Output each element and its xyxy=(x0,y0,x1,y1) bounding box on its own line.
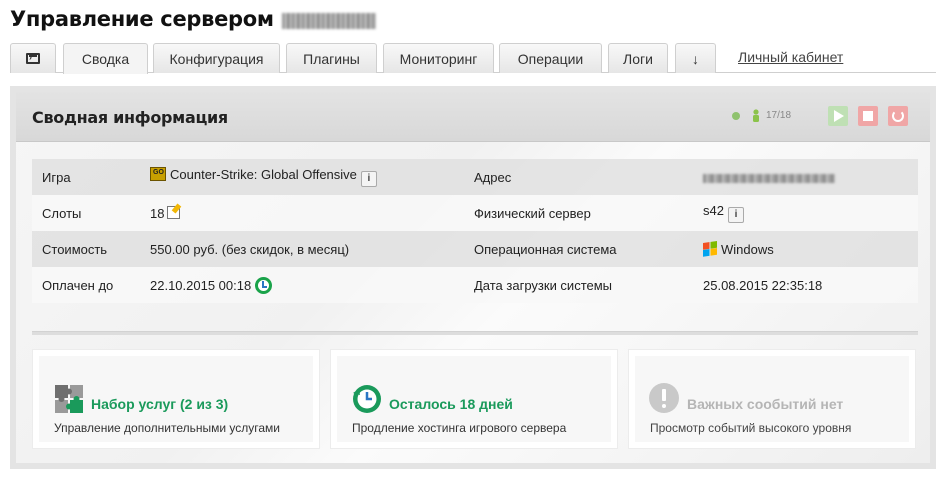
server-name-redacted xyxy=(281,12,376,29)
row-label: Игра xyxy=(42,169,71,185)
card-body: Важных сообытий нет Просмотр событий выс… xyxy=(635,356,909,442)
address-redacted xyxy=(703,173,835,183)
row-label: Оплачен до xyxy=(42,277,114,293)
row-label: Стоимость xyxy=(42,241,108,257)
windows-icon xyxy=(703,240,717,257)
card-subtitle: Просмотр событий высокого уровня xyxy=(650,421,852,435)
tab-logs[interactable]: Логи xyxy=(608,43,668,73)
play-icon[interactable] xyxy=(828,106,848,126)
tab-summary[interactable]: Сводка xyxy=(63,43,148,74)
card-body: Набор услуг (2 из 3) Управление дополнит… xyxy=(39,356,313,442)
tab-more[interactable]: ↓ xyxy=(675,43,716,73)
address-value-cell xyxy=(703,159,918,195)
boot-date-value: 25.08.2015 22:35:18 xyxy=(703,277,823,293)
tab-console[interactable] xyxy=(10,43,56,73)
paid-until-cell: 22.10.2015 00:18 xyxy=(150,267,474,303)
card-subtitle: Продление хостинга игрового сервера xyxy=(352,421,567,435)
row-label: Слоты xyxy=(42,205,82,221)
slots-value-cell: 18 xyxy=(150,195,474,231)
summary-panel-body: Сводная информация 17/18 Игра Counter-St… xyxy=(16,92,930,463)
renewal-card[interactable]: Осталось 18 дней Продление хостинга игро… xyxy=(330,349,618,449)
card-title: Важных сообытий нет xyxy=(687,396,844,412)
os-value-cell: Windows xyxy=(703,231,918,267)
page-title: Управление сервером xyxy=(10,7,274,31)
table-row: Слоты 18 Физический сервер s42 i xyxy=(32,195,918,231)
card-body: Осталось 18 дней Продление хостинга игро… xyxy=(337,356,611,442)
stop-icon[interactable] xyxy=(858,106,878,126)
price-value: 550.00 руб. (без скидок, в месяц) xyxy=(150,241,350,257)
server-status-dot xyxy=(732,112,740,120)
row-label: Физический сервер xyxy=(474,205,591,221)
os-value: Windows xyxy=(721,241,774,257)
panel-title: Сводная информация xyxy=(32,108,228,127)
puzzle-icon xyxy=(55,385,83,413)
tab-monitoring[interactable]: Мониторинг xyxy=(383,43,494,73)
warning-icon xyxy=(649,383,679,413)
card-subtitle: Управление дополнительными услугами xyxy=(54,421,280,435)
slots-value: 18 xyxy=(150,205,165,221)
tab-plugins[interactable]: Плагины xyxy=(286,43,377,73)
page-header: Управление сервером xyxy=(10,4,376,34)
services-card[interactable]: Набор услуг (2 из 3) Управление дополнит… xyxy=(32,349,320,449)
csgo-game-icon xyxy=(150,167,166,181)
game-name: Counter-Strike: Global Offensive xyxy=(170,167,357,182)
panel-header: Сводная информация 17/18 xyxy=(16,92,930,142)
edit-slots-icon[interactable] xyxy=(167,205,181,219)
server-info-table: Игра Counter-Strike: Global Offensivei А… xyxy=(32,159,918,303)
game-value-cell: Counter-Strike: Global Offensivei xyxy=(150,159,474,195)
info-icon[interactable]: i xyxy=(727,207,744,223)
restart-icon[interactable] xyxy=(888,106,908,126)
section-divider xyxy=(32,331,918,335)
info-icon[interactable]: i xyxy=(360,171,377,187)
players-count: 17/18 xyxy=(766,110,792,121)
players-icon xyxy=(753,109,759,122)
tab-configuration[interactable]: Конфигурация xyxy=(153,43,280,73)
row-label: Адрес xyxy=(474,169,512,185)
paid-until-value: 22.10.2015 00:18 xyxy=(150,277,252,293)
renew-clock-icon[interactable] xyxy=(255,276,273,294)
clock-icon xyxy=(353,385,381,413)
row-label: Дата загрузки системы xyxy=(474,277,613,293)
physical-server-value: s42 xyxy=(703,203,724,218)
card-title: Осталось 18 дней xyxy=(389,396,513,412)
row-label: Операционная система xyxy=(474,241,617,257)
summary-panel: Сводная информация 17/18 Игра Counter-St… xyxy=(10,86,936,469)
events-card[interactable]: Важных сообытий нет Просмотр событий выс… xyxy=(628,349,916,449)
table-row: Игра Counter-Strike: Global Offensivei А… xyxy=(32,159,918,195)
personal-cabinet-link[interactable]: Личный кабинет xyxy=(738,49,843,65)
physical-server-cell: s42 i xyxy=(703,195,918,231)
card-title: Набор услуг (2 из 3) xyxy=(91,396,229,412)
table-row: Оплачен до 22.10.2015 00:18 Дата загрузк… xyxy=(32,267,918,303)
table-row: Стоимость 550.00 руб. (без скидок, в мес… xyxy=(32,231,918,267)
console-icon xyxy=(26,52,40,64)
tab-operations[interactable]: Операции xyxy=(499,43,602,73)
